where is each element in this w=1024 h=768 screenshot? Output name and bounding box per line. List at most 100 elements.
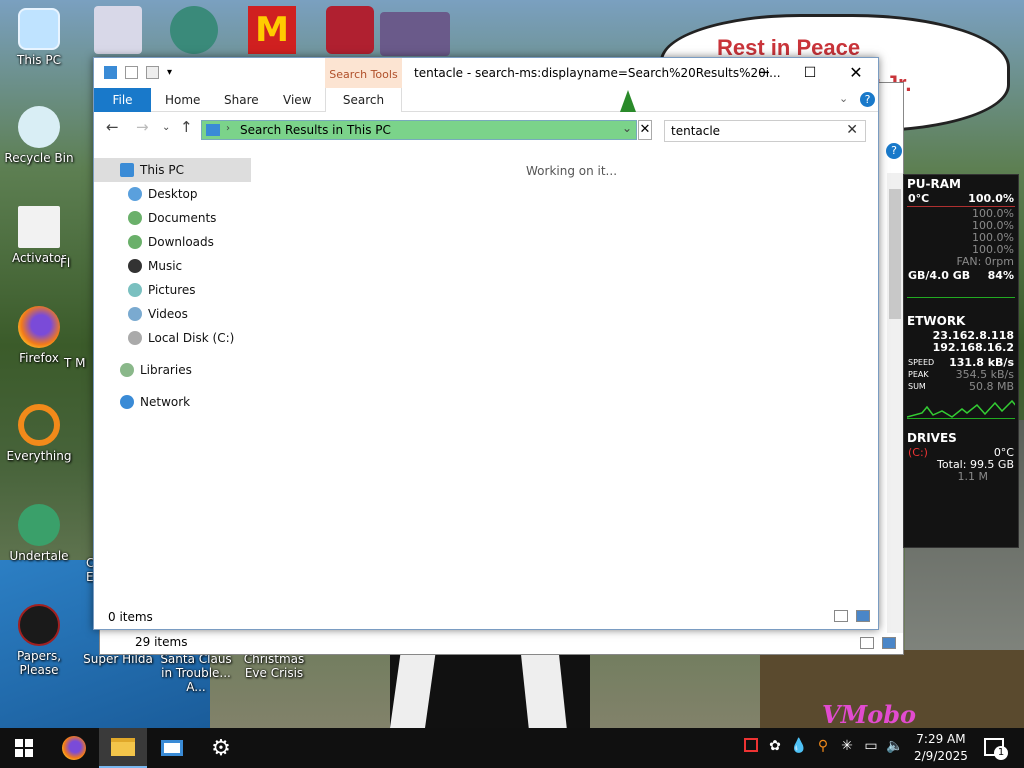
computer-icon [120,163,134,177]
media-player-icon[interactable] [94,6,142,54]
tab-home[interactable]: Home [165,88,200,112]
cpu-temp: 0°C [908,192,930,205]
back-scrollbar[interactable] [887,173,903,633]
network-icon[interactable]: ▭ [862,738,880,756]
volume-icon[interactable]: 🔈 [886,738,904,756]
taskbar-clock[interactable]: 7:29 AM 2/9/2025 [914,731,968,765]
tray-search-icon[interactable]: ⚲ [814,738,832,756]
breadcrumb[interactable]: Search Results in This PC [240,123,391,137]
ram-graph [907,284,1015,298]
drive-icon [128,331,142,345]
search-input[interactable]: tentacle ✕ [664,120,866,142]
network-graph-line [907,399,1015,418]
tab-view[interactable]: View [283,88,311,112]
desktop-icon-this-pc[interactable]: This PC [0,8,78,67]
up-arrow-icon[interactable]: ↑ [180,118,193,136]
tree-item-this-pc[interactable]: This PC [94,158,251,182]
music-icon [128,259,142,273]
recent-locations-chevron-icon[interactable]: ⌄ [162,122,170,133]
tree-item-label: Desktop [148,187,198,201]
expand-ribbon-chevron-icon[interactable]: ⌄ [839,92,848,105]
notification-count-badge: 1 [994,746,1008,760]
close-button[interactable]: ✕ [833,58,879,88]
taskbar-app[interactable] [148,728,196,768]
search-tools-context-tab: Search Tools [325,58,402,88]
large-icons-view-icon[interactable] [882,637,896,649]
desktop-icon-everything[interactable]: Everything [0,404,78,463]
network-section-title: ETWORK [907,314,966,328]
tree-item-local-disk[interactable]: Local Disk (C:) [94,326,251,350]
address-dropdown-chevron-icon[interactable]: ⌄ [622,121,632,135]
tree-item-desktop[interactable]: Desktop [94,182,251,206]
tree-item-label: Videos [148,307,188,321]
help-icon[interactable]: ? [886,143,902,159]
tab-file[interactable]: File [94,88,151,112]
quick-access-toolbar: ▾ [104,66,180,79]
tray-colors-icon[interactable]: ✿ [766,738,784,756]
tree-item-label: Documents [148,211,217,225]
desktop-icon-label: This PC [17,53,61,67]
loading-message: Working on it... [526,164,618,178]
tab-share[interactable]: Share [224,88,259,112]
house-icon[interactable] [380,12,450,56]
maximize-button[interactable]: ☐ [787,58,833,88]
new-folder-icon[interactable] [146,66,159,79]
character-game-icon[interactable] [170,6,218,54]
ribbon-tabs: File Home Share View Search ⌄ ? [94,88,878,112]
details-view-icon[interactable] [860,637,874,649]
help-icon[interactable]: ? [860,92,875,107]
desktop-icon-papers-please[interactable]: Papers, Please [0,604,78,677]
tray-star-icon[interactable]: ✳ [838,738,856,756]
large-icons-view-icon[interactable] [856,610,870,622]
explorer-window[interactable]: ▾ Search Tools tentacle - search-ms:disp… [93,57,879,630]
firefox-icon [18,306,60,348]
tab-search[interactable]: Search [325,88,402,112]
address-bar[interactable]: › Search Results in This PC ⌄ [201,120,637,140]
tree-item-pictures[interactable]: Pictures [94,278,251,302]
tree-item-music[interactable]: Music [94,254,251,278]
christmas-tree-icon [620,90,636,112]
navigation-pane: This PC Desktop Documents Downloads Musi… [94,158,251,414]
tree-item-videos[interactable]: Videos [94,302,251,326]
ram-usage: GB/4.0 GB [908,269,971,282]
search-input-value[interactable]: tentacle [671,124,720,138]
tray-drop-icon[interactable]: 💧 [790,738,808,756]
tree-item-network[interactable]: Network [94,390,251,414]
details-view-icon[interactable] [834,610,848,622]
tree-item-downloads[interactable]: Downloads [94,230,251,254]
title-bar[interactable]: ▾ Search Tools tentacle - search-ms:disp… [94,58,878,88]
tray-app-icon[interactable] [742,738,760,756]
taskbar: ⚙ ✿ 💧 ⚲ ✳ ▭ 🔈 7:29 AM 2/9/2025 1 [0,728,1024,768]
forward-arrow-icon[interactable]: → [136,118,149,136]
clear-search-icon[interactable]: ✕ [846,122,858,138]
properties-icon[interactable] [125,66,138,79]
network-icon [120,395,134,409]
wallpaper-leg-right [521,655,567,730]
scroll-thumb[interactable] [889,189,901,319]
tree-item-libraries[interactable]: Libraries [94,358,251,382]
taskbar-file-explorer[interactable] [99,728,147,768]
desktop-icon-undertale[interactable]: Undertale [0,504,78,563]
minimize-button[interactable]: ─ [741,58,787,88]
desktop-icon-recycle-bin[interactable]: Recycle Bin [0,106,78,165]
system-monitor-widget: PU-RAM 0°C 100.0% 100.0% 100.0% 100.0% 10… [903,174,1019,548]
downloads-icon [128,235,142,249]
desktop-icon-label: Recycle Bin [4,151,74,165]
start-button[interactable] [0,728,48,768]
tree-item-label: Local Disk (C:) [148,331,235,345]
libraries-icon [120,363,134,377]
mcdonalds-icon[interactable]: M [248,6,296,54]
breadcrumb-chevron-icon[interactable]: › [226,123,230,134]
taskbar-settings[interactable]: ⚙ [197,728,245,768]
desktop-icon-christmas-eve[interactable]: Christmas Eve Crisis [234,652,314,680]
taskbar-firefox[interactable] [50,728,98,768]
back-arrow-icon[interactable]: ← [106,118,119,136]
item-count: 0 items [108,610,153,624]
stop-search-button[interactable]: ✕ [638,120,652,140]
tree-item-documents[interactable]: Documents [94,206,251,230]
desktop-icon-label: Undertale [9,549,69,563]
santa-game-icon[interactable] [326,6,374,54]
clock-date: 2/9/2025 [914,749,968,763]
customize-toolbar-chevron-icon[interactable]: ▾ [167,66,180,79]
desktop-icon-santa-claus[interactable]: Santa Claus in Trouble... A... [156,652,236,694]
